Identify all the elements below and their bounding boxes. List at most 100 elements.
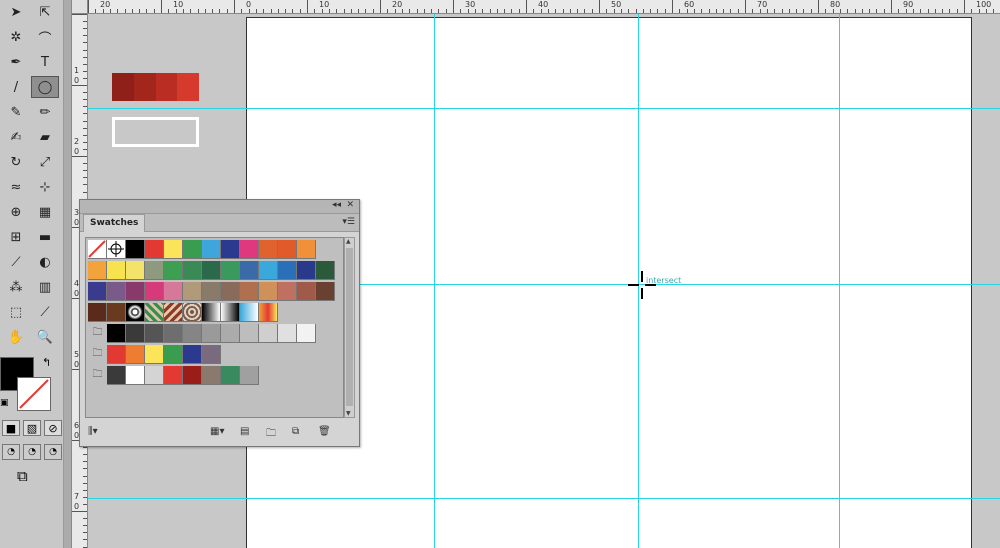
column-graph-tool[interactable]: ▥ <box>31 276 59 298</box>
perspective-grid-tool[interactable]: ▦ <box>31 201 59 223</box>
horizontal-ruler[interactable]: 20 10 0 10 20 30 40 50 60 70 80 90 100 <box>88 0 1000 14</box>
color-swatch[interactable] <box>316 261 335 280</box>
blob-brush-tool[interactable]: ✍ <box>2 126 30 148</box>
color-swatch[interactable] <box>126 240 145 259</box>
free-transform-tool[interactable]: ⊹ <box>31 176 59 198</box>
color-swatch[interactable] <box>297 282 316 301</box>
color-swatch[interactable] <box>126 366 145 385</box>
color-swatch[interactable] <box>202 324 221 343</box>
eyedropper-tool[interactable]: ⟋ <box>2 251 30 273</box>
color-swatch[interactable] <box>240 282 259 301</box>
none-mode-button[interactable]: ⊘ <box>44 420 62 436</box>
color-swatch[interactable] <box>107 345 126 364</box>
color-swatch[interactable] <box>221 324 240 343</box>
palette-color[interactable] <box>112 73 134 101</box>
width-tool[interactable]: ≈ <box>2 176 30 198</box>
color-swatch[interactable] <box>164 261 183 280</box>
gradient-swatch[interactable] <box>259 303 278 322</box>
scale-tool[interactable]: ⤢ <box>31 151 59 173</box>
color-swatch[interactable] <box>145 345 164 364</box>
panel-menu-icon[interactable]: ▾☰ <box>342 217 355 227</box>
type-tool[interactable]: T <box>31 51 59 73</box>
color-swatch[interactable] <box>126 324 145 343</box>
color-swatch[interactable] <box>164 240 183 259</box>
slice-tool[interactable]: ⟋ <box>31 301 59 323</box>
color-swatch[interactable] <box>259 240 278 259</box>
color-swatch[interactable] <box>145 261 164 280</box>
paintbrush-tool[interactable]: ✎ <box>2 101 30 123</box>
new-color-group-icon[interactable]: 🗀 <box>266 426 276 443</box>
none-swatch[interactable] <box>88 240 107 259</box>
color-swatch[interactable] <box>202 345 221 364</box>
color-swatch[interactable] <box>164 366 183 385</box>
artboard-tool[interactable]: ⬚ <box>2 301 30 323</box>
hand-tool[interactable]: ✋ <box>2 326 30 348</box>
red-color-strip[interactable] <box>112 73 199 101</box>
color-swatch[interactable] <box>202 282 221 301</box>
pencil-tool[interactable]: ✏ <box>31 101 59 123</box>
guide-vertical[interactable] <box>434 14 435 548</box>
pattern-swatch[interactable] <box>126 303 145 322</box>
shape-builder-tool[interactable]: ⊕ <box>2 201 30 223</box>
color-swatch[interactable] <box>278 282 297 301</box>
swatch-options-icon[interactable]: ▤ <box>240 426 249 437</box>
new-swatch-icon[interactable]: ⧉ <box>292 426 299 437</box>
color-swatch[interactable] <box>221 261 240 280</box>
pattern-swatch[interactable] <box>183 303 202 322</box>
color-swatch[interactable] <box>183 324 202 343</box>
color-swatch[interactable] <box>107 261 126 280</box>
color-swatch[interactable] <box>107 366 126 385</box>
mesh-tool[interactable]: ⊞ <box>2 226 30 248</box>
collapse-icon[interactable]: ◂◂ <box>332 200 341 210</box>
palette-color[interactable] <box>155 73 178 101</box>
swatch-group-folder-icon[interactable]: 🗀 <box>88 345 107 364</box>
color-swatch[interactable] <box>145 282 164 301</box>
color-swatch[interactable] <box>240 366 259 385</box>
magic-wand-tool[interactable]: ✲ <box>2 26 30 48</box>
screen-mode-button[interactable]: ⧉ <box>17 467 28 485</box>
color-swatch[interactable] <box>297 261 316 280</box>
color-swatch[interactable] <box>107 324 126 343</box>
libraries-icon[interactable]: ⫼▾ <box>88 426 98 437</box>
color-swatch[interactable] <box>88 261 107 280</box>
color-swatch[interactable] <box>259 282 278 301</box>
draw-normal-button[interactable]: ◔ <box>2 444 20 460</box>
pattern-swatch[interactable] <box>145 303 164 322</box>
color-swatch[interactable] <box>107 282 126 301</box>
registration-swatch[interactable] <box>107 240 126 259</box>
guide-vertical[interactable] <box>839 14 840 548</box>
tab-swatches[interactable]: Swatches <box>83 214 146 232</box>
color-swatch[interactable] <box>202 261 221 280</box>
color-swatch[interactable] <box>183 345 202 364</box>
draw-behind-button[interactable]: ◔ <box>23 444 41 460</box>
color-swatch[interactable] <box>316 282 335 301</box>
color-swatch[interactable] <box>202 366 221 385</box>
zoom-tool[interactable]: 🔍 <box>31 326 59 348</box>
color-swatch[interactable] <box>164 282 183 301</box>
color-mode-button[interactable]: ■ <box>2 420 20 436</box>
palette-color[interactable] <box>133 73 156 101</box>
color-swatch[interactable] <box>259 261 278 280</box>
swatch-group-folder-icon[interactable]: 🗀 <box>88 366 107 385</box>
gradient-swatch[interactable] <box>221 303 240 322</box>
color-swatch[interactable] <box>126 345 145 364</box>
color-swatch[interactable] <box>145 366 164 385</box>
lasso-tool[interactable]: ⌒ <box>31 26 59 48</box>
scroll-up-icon[interactable]: ▲ <box>346 238 351 245</box>
blend-tool[interactable]: ◐ <box>31 251 59 273</box>
pattern-swatch[interactable] <box>164 303 183 322</box>
color-swatch[interactable] <box>240 324 259 343</box>
direct-selection-tool[interactable]: ⇱ <box>31 1 59 23</box>
color-swatch[interactable] <box>278 240 297 259</box>
default-colors-icon[interactable]: ▣ <box>0 398 9 408</box>
color-swatch[interactable] <box>221 240 240 259</box>
delete-swatch-icon[interactable]: 🗑 <box>318 426 331 437</box>
color-swatch[interactable] <box>88 282 107 301</box>
palette-color[interactable] <box>177 73 199 101</box>
close-icon[interactable]: ✕ <box>346 200 354 210</box>
color-swatch[interactable] <box>183 261 202 280</box>
color-swatch[interactable] <box>240 261 259 280</box>
draw-inside-button[interactable]: ◔ <box>44 444 62 460</box>
symbol-sprayer-tool[interactable]: ⁂ <box>2 276 30 298</box>
color-swatch[interactable] <box>126 282 145 301</box>
